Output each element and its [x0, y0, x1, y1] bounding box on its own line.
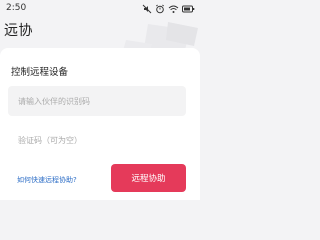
partner-id-placeholder: 请输入伙伴的识别码	[18, 97, 90, 106]
help-link[interactable]: 如何快速远程协助?	[17, 175, 77, 185]
alarm-icon	[155, 4, 165, 14]
battery-icon	[182, 4, 195, 14]
card-title: 控制远程设备	[11, 67, 69, 78]
verification-code-placeholder: 验证码（可为空）	[18, 136, 82, 145]
remote-assist-button[interactable]: 远程协助	[111, 164, 186, 192]
status-bar: 2:50	[0, 0, 200, 18]
mute-icon	[142, 4, 152, 14]
status-time: 2:50	[6, 3, 27, 13]
wifi-icon	[168, 4, 179, 14]
app-title: 远协	[4, 23, 33, 39]
status-icons	[142, 3, 195, 14]
